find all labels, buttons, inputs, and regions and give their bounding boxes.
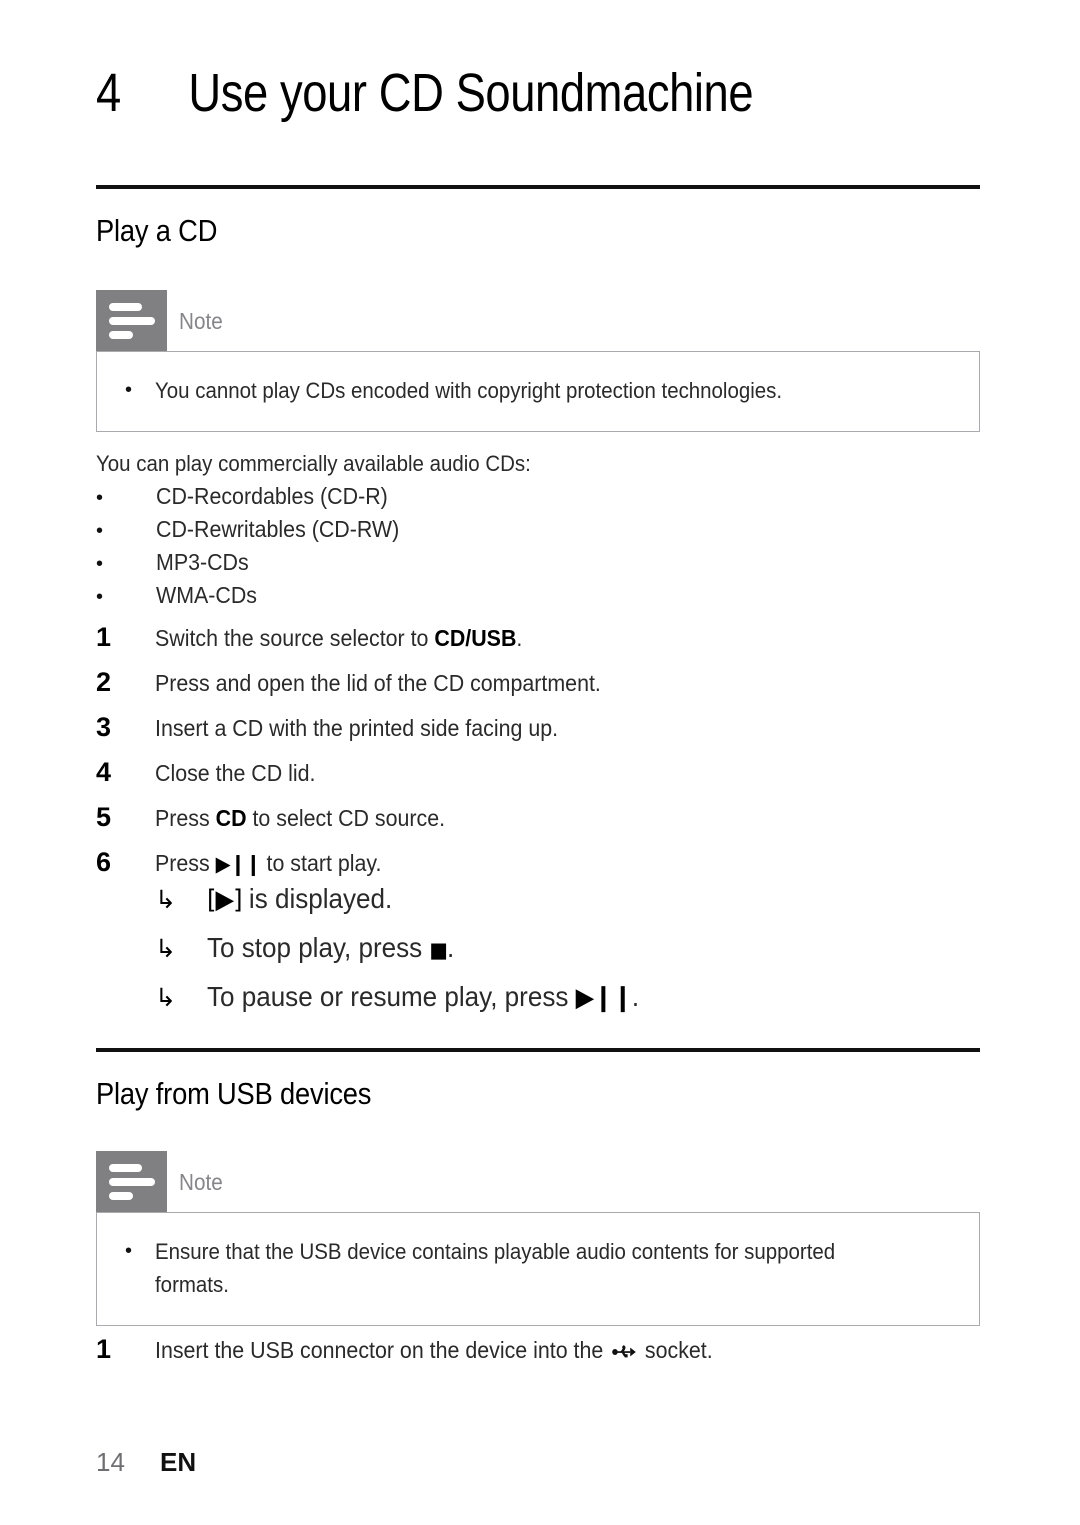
step-row: 4 Close the CD lid.	[96, 757, 980, 802]
result-text: To stop play, press ■.	[207, 932, 454, 964]
note-body: • Ensure that the USB device contains pl…	[96, 1212, 980, 1326]
note-box-play-cd: Note • You cannot play CDs encoded with …	[96, 290, 980, 432]
step-number: 4	[96, 757, 112, 787]
result-arrow-icon: ↳	[155, 885, 176, 914]
note-tab	[96, 290, 167, 351]
step-row: 3 Insert a CD with the printed side faci…	[96, 712, 980, 757]
bullet-icon: •	[96, 487, 104, 509]
step-text-emphasis: CD	[215, 805, 247, 831]
note-header: Note	[96, 1151, 980, 1212]
bullet-icon: •	[96, 520, 104, 542]
bullet-icon: •	[96, 553, 104, 575]
step-text: Close the CD lid.	[155, 760, 316, 786]
result-arrow-icon: ↳	[155, 934, 176, 963]
section-divider-middle	[96, 1048, 980, 1052]
step-text-pre: Switch the source selector to	[155, 625, 435, 651]
step-text-post: to start play.	[260, 850, 382, 876]
step-row: 2 Press and open the lid of the CD compa…	[96, 667, 980, 712]
step-text: Insert a CD with the printed side facing…	[155, 715, 559, 741]
manual-page: 4 Use your CD Soundmachine Play a CD Not…	[0, 0, 1080, 1525]
footer-language-code: EN	[160, 1447, 197, 1477]
step-row: 1 Insert the USB connector on the device…	[96, 1334, 980, 1379]
note-header: Note	[96, 290, 980, 351]
note-item-text: Ensure that the USB device contains play…	[155, 1239, 836, 1297]
result-text-post: .	[631, 981, 640, 1012]
result-arrow-icon: ↳	[155, 983, 176, 1012]
step-text: Insert the USB connector on the device i…	[155, 1337, 713, 1364]
disc-type-label: WMA-CDs	[156, 582, 257, 608]
note-lines-icon	[109, 1164, 155, 1200]
usb-trident-icon	[612, 1339, 637, 1358]
disc-type-list: • CD-Recordables (CD-R) • CD-Rewritables…	[96, 483, 976, 615]
step-text: Press ▶❙❙ to start play.	[155, 850, 381, 877]
step-number: 1	[96, 1334, 112, 1364]
section-divider-top	[96, 185, 980, 189]
step-number: 1	[96, 622, 112, 652]
step-text-emphasis: CD/USB	[434, 625, 517, 651]
note-item-text: You cannot play CDs encoded with copyrig…	[155, 378, 783, 403]
bullet-icon: •	[125, 1240, 133, 1262]
note-box-play-usb: Note • Ensure that the USB device contai…	[96, 1151, 980, 1326]
step-number: 6	[96, 847, 112, 877]
bullet-icon: •	[96, 586, 104, 608]
disc-type-label: CD-Rewritables (CD-RW)	[156, 516, 400, 542]
list-item: • CD-Recordables (CD-R)	[96, 483, 976, 516]
step-text-pre: Press	[155, 850, 216, 876]
result-text-pre: To stop play, press	[207, 932, 430, 963]
chapter-number: 4	[96, 63, 121, 123]
chapter-title: 4 Use your CD Soundmachine	[96, 62, 852, 124]
step-row: 5 Press CD to select CD source.	[96, 802, 980, 847]
note-lines-icon	[109, 303, 155, 339]
bullet-icon: •	[125, 379, 133, 401]
step-text: Switch the source selector to CD/USB.	[155, 625, 522, 652]
chapter-title-text: Use your CD Soundmachine	[188, 63, 754, 123]
note-item: • Ensure that the USB device contains pl…	[125, 1235, 951, 1301]
note-item: • You cannot play CDs encoded with copyr…	[125, 374, 951, 407]
result-text: [▶] is displayed.	[207, 883, 392, 915]
step-text: Press and open the lid of the CD compart…	[155, 670, 601, 696]
result-text-post: is displayed.	[241, 883, 393, 914]
result-row: ↳ To stop play, press ■.	[155, 932, 975, 981]
note-label: Note	[179, 308, 223, 334]
result-row: ↳ To pause or resume play, press ▶❙❙.	[155, 981, 975, 1030]
note-body: • You cannot play CDs encoded with copyr…	[96, 351, 980, 432]
steps-play-cd: 1 Switch the source selector to CD/USB. …	[96, 622, 980, 892]
step-row: 1 Switch the source selector to CD/USB.	[96, 622, 980, 667]
step-text-pre: Insert the USB connector on the device i…	[155, 1337, 610, 1363]
list-item: • MP3-CDs	[96, 549, 976, 582]
result-row: ↳ [▶] is displayed.	[155, 883, 975, 932]
result-text-pre: To pause or resume play, press	[207, 981, 576, 1012]
heading-play-from-usb: Play from USB devices	[96, 1076, 372, 1111]
play-bracket-icon: [▶]	[207, 885, 243, 915]
heading-play-a-cd: Play a CD	[96, 213, 218, 248]
step-text-post: socket.	[638, 1337, 713, 1363]
step-text-post: to select CD source.	[246, 805, 446, 831]
disc-type-label: MP3-CDs	[156, 549, 249, 575]
steps-play-usb: 1 Insert the USB connector on the device…	[96, 1334, 980, 1379]
play-pause-icon: ▶❙❙	[575, 983, 633, 1013]
disc-type-label: CD-Recordables (CD-R)	[156, 483, 388, 509]
result-text: To pause or resume play, press ▶❙❙.	[207, 981, 639, 1013]
step-number: 5	[96, 802, 112, 832]
note-label: Note	[179, 1169, 223, 1195]
result-text-post: .	[446, 932, 455, 963]
result-list: ↳ [▶] is displayed. ↳ To stop play, pres…	[155, 883, 975, 1030]
play-pause-icon: ▶❙❙	[215, 852, 262, 876]
note-tab	[96, 1151, 167, 1212]
list-item: • WMA-CDs	[96, 582, 976, 615]
step-text: Press CD to select CD source.	[155, 805, 445, 832]
stop-icon: ■	[429, 938, 447, 962]
list-item: • CD-Rewritables (CD-RW)	[96, 516, 976, 549]
intro-paragraph: You can play commercially available audi…	[96, 451, 531, 476]
footer-page-number: 14	[96, 1447, 125, 1477]
step-number: 2	[96, 667, 112, 697]
step-number: 3	[96, 712, 112, 742]
step-text-pre: Press	[155, 805, 216, 831]
step-text-post: .	[516, 625, 523, 651]
page-footer: 14 EN	[96, 1447, 196, 1478]
